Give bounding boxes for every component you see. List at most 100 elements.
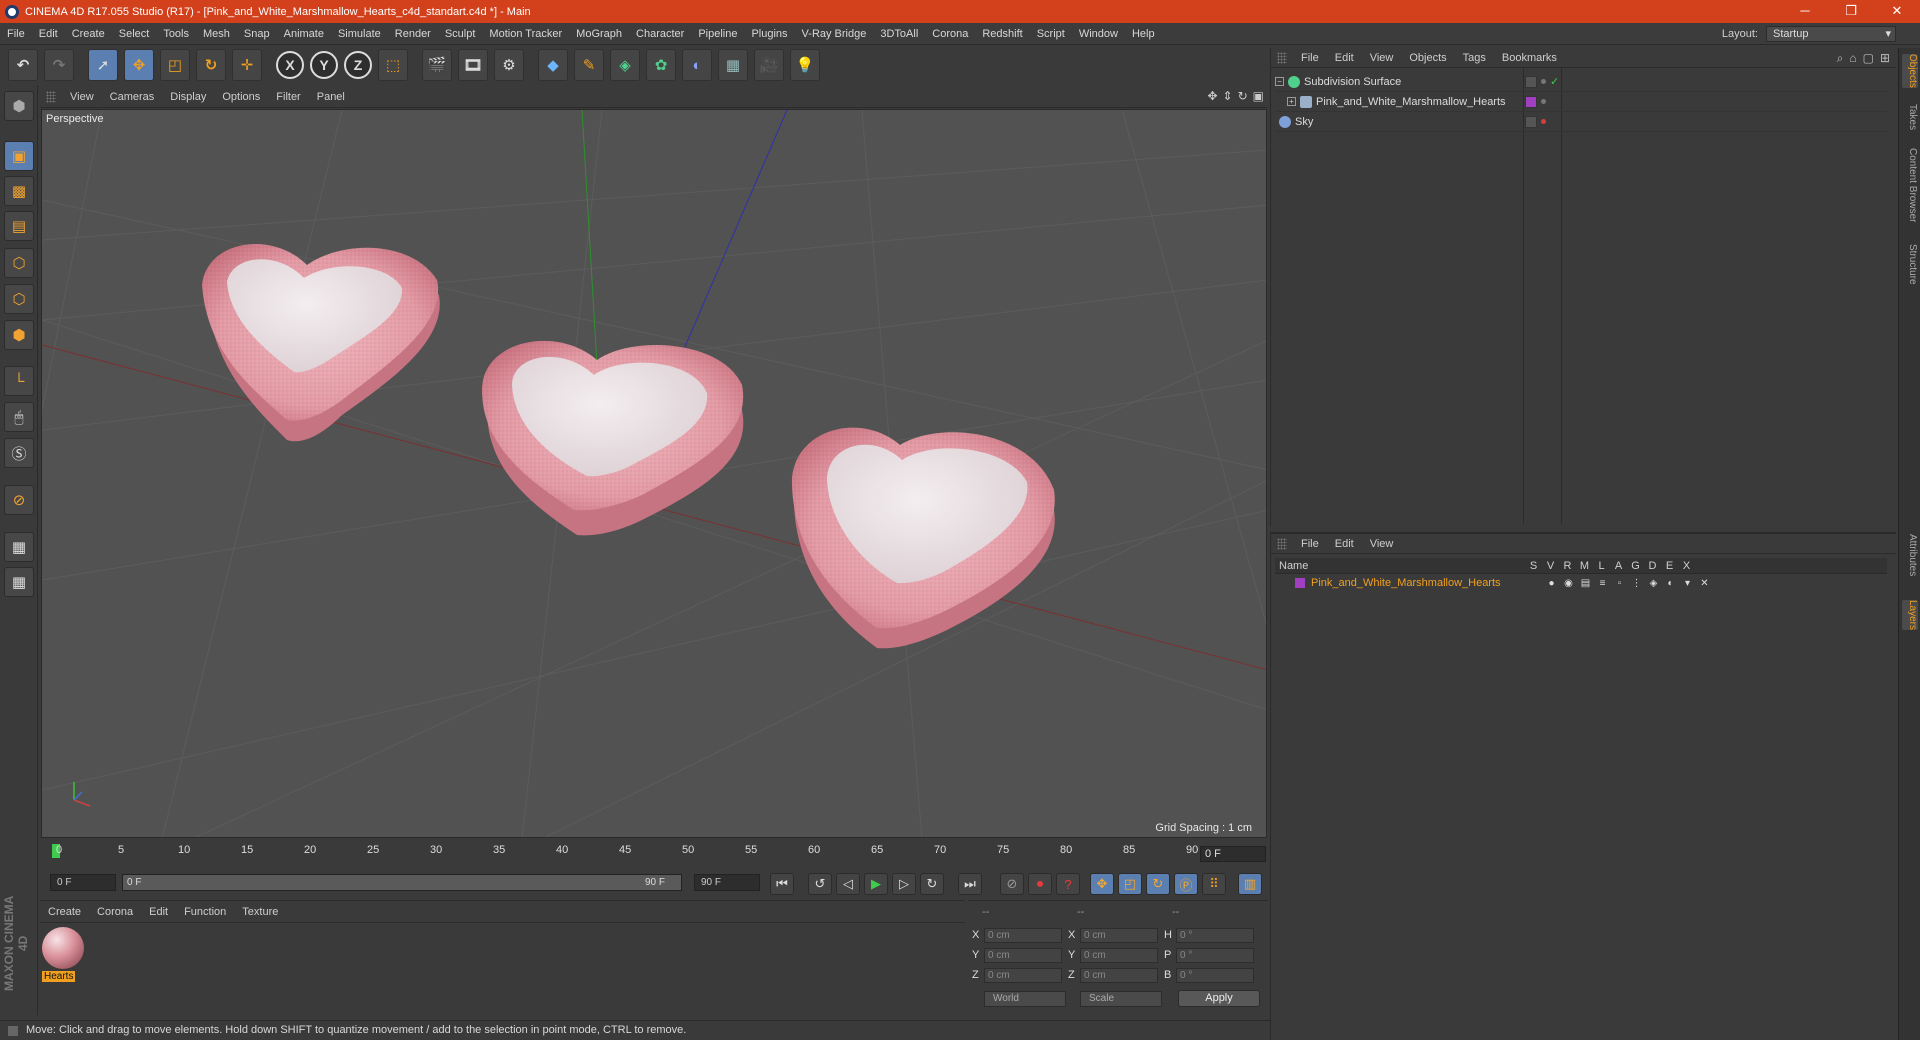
cube-primitive-icon[interactable]: ◆ (538, 49, 568, 81)
material-menu-corona[interactable]: Corona (89, 906, 141, 918)
layout-dropdown[interactable]: Startup (1766, 26, 1896, 42)
menu-window[interactable]: Window (1072, 28, 1125, 40)
deformer-icon[interactable]: ◐ (682, 49, 712, 81)
home-icon[interactable]: ⌂ (1849, 51, 1856, 66)
lock-toggle-icon[interactable]: ▫ (1611, 578, 1628, 589)
position-z-field[interactable]: 0 cm (984, 967, 1062, 983)
animation-toggle-icon[interactable]: ⋮ (1628, 578, 1645, 589)
material-menu-create[interactable]: Create (40, 906, 89, 918)
keyframe-selection-icon[interactable]: ? (1056, 873, 1080, 895)
workplane-mode-icon[interactable]: ▤ (4, 211, 34, 241)
next-key-icon[interactable]: ↻ (920, 873, 944, 895)
tab-objects[interactable]: Objects (1902, 54, 1918, 88)
layer-color-swatch[interactable] (1295, 578, 1305, 588)
objects-menu-file[interactable]: File (1293, 52, 1327, 64)
new-window-icon[interactable]: ▢ (1863, 51, 1874, 66)
rotation-h-field[interactable]: 0 ° (1176, 927, 1254, 943)
generators-toggle-icon[interactable]: ◈ (1645, 578, 1662, 589)
menu-redshift[interactable]: Redshift (975, 28, 1029, 40)
size-x-field[interactable]: 0 cm (1080, 927, 1158, 943)
previous-frame-icon[interactable]: ◁ (836, 873, 860, 895)
menu-help[interactable]: Help (1125, 28, 1162, 40)
timeline-ruler[interactable]: 0 5 10 15 20 25 30 35 40 45 50 55 60 65 … (40, 842, 1268, 868)
workplane-lock-icon[interactable]: ▦ (4, 532, 34, 562)
points-mode-icon[interactable]: ⬡ (4, 248, 34, 278)
texture-mode-icon[interactable]: ▩ (4, 176, 34, 206)
objects-menu-tags[interactable]: Tags (1455, 52, 1494, 64)
material-swatch-hearts[interactable]: Hearts (42, 927, 86, 985)
objects-menu-bookmarks[interactable]: Bookmarks (1494, 52, 1565, 64)
tab-content-browser[interactable]: Content Browser (1902, 148, 1918, 222)
render-view-icon[interactable]: 🎬 (422, 49, 452, 81)
menu-render[interactable]: Render (388, 28, 438, 40)
key-rotation-icon[interactable]: ↻ (1146, 873, 1170, 895)
layer-tag-icon[interactable] (1525, 75, 1537, 88)
solo-mode-icon[interactable]: Ⓢ (4, 438, 34, 468)
menu-3dtoall[interactable]: 3DToAll (873, 28, 925, 40)
next-frame-icon[interactable]: ▷ (892, 873, 916, 895)
material-menu-edit[interactable]: Edit (141, 906, 176, 918)
visibility-dot-icon[interactable] (1541, 99, 1546, 104)
viewport-menu-display[interactable]: Display (162, 91, 214, 103)
solo-toggle-icon[interactable]: ● (1543, 578, 1560, 589)
play-forward-icon[interactable]: ▶ (864, 873, 888, 895)
polygons-mode-icon[interactable]: ⬢ (4, 320, 34, 350)
menu-animate[interactable]: Animate (277, 28, 331, 40)
menu-select[interactable]: Select (112, 28, 157, 40)
go-to-start-icon[interactable]: ⏮ (770, 873, 794, 895)
menu-plugins[interactable]: Plugins (744, 28, 794, 40)
perspective-viewport[interactable]: Perspective Grid Spacing : 1 cm (41, 109, 1267, 838)
autokeying-icon[interactable]: ⏺ (1028, 873, 1052, 895)
y-axis-lock-button[interactable]: Y (310, 51, 338, 79)
rotation-p-field[interactable]: 0 ° (1176, 947, 1254, 963)
light-icon[interactable]: 💡 (790, 49, 820, 81)
deformers-toggle-icon[interactable]: ◐ (1662, 578, 1679, 589)
menu-snap[interactable]: Snap (237, 28, 277, 40)
rotate-tool-icon[interactable]: ↻ (196, 49, 226, 81)
rotation-b-field[interactable]: 0 ° (1176, 967, 1254, 983)
minimize-button[interactable]: ─ (1782, 0, 1828, 23)
objects-menu-view[interactable]: View (1362, 52, 1402, 64)
z-axis-lock-button[interactable]: Z (344, 51, 372, 79)
menu-mesh[interactable]: Mesh (196, 28, 237, 40)
marshmallow-heart-middle[interactable] (482, 340, 744, 536)
menu-edit[interactable]: Edit (32, 28, 65, 40)
menu-create[interactable]: Create (65, 28, 112, 40)
position-x-field[interactable]: 0 cm (984, 927, 1062, 943)
render-settings-icon[interactable]: ⚙ (494, 49, 524, 81)
render-picture-viewer-icon[interactable]: 🎞 (458, 49, 488, 81)
menu-tools[interactable]: Tools (156, 28, 196, 40)
size-mode-dropdown[interactable]: Scale (1080, 991, 1162, 1007)
undo-icon[interactable]: ↶ (8, 49, 38, 81)
menu-corona[interactable]: Corona (925, 28, 975, 40)
x-axis-lock-button[interactable]: X (276, 51, 304, 79)
timeline-window-icon[interactable]: ▥ (1238, 873, 1262, 895)
viewport-menu-panel[interactable]: Panel (309, 91, 353, 103)
material-menu-function[interactable]: Function (176, 906, 234, 918)
size-y-field[interactable]: 0 cm (1080, 947, 1158, 963)
tab-structure[interactable]: Structure (1902, 244, 1918, 285)
key-point-level-icon[interactable]: ⠿ (1202, 873, 1226, 895)
menu-character[interactable]: Character (629, 28, 691, 40)
object-row-sky[interactable]: Sky (1275, 112, 1887, 132)
move-tool-icon[interactable]: ✥ (124, 49, 154, 81)
size-z-field[interactable]: 0 cm (1080, 967, 1158, 983)
current-frame-field[interactable]: 0 F (1200, 846, 1266, 862)
enabled-check-icon[interactable]: ✓ (1550, 75, 1559, 88)
go-to-end-icon[interactable]: ⏭ (958, 873, 982, 895)
object-row-subdivision-surface[interactable]: − Subdivision Surface ✓ (1275, 72, 1887, 92)
snap-icon[interactable]: ⊘ (4, 485, 34, 515)
model-mode-icon[interactable]: ▣ (4, 141, 34, 171)
marshmallow-heart-right[interactable] (791, 427, 1055, 649)
coordinate-mode-dropdown[interactable]: World (984, 991, 1066, 1007)
menu-simulate[interactable]: Simulate (331, 28, 388, 40)
key-scale-icon[interactable]: ◰ (1118, 873, 1142, 895)
material-menu-texture[interactable]: Texture (234, 906, 286, 918)
visibility-dot-icon[interactable] (1541, 119, 1546, 124)
record-active-objects-icon[interactable]: ⊘ (1000, 873, 1024, 895)
start-frame-field[interactable]: 0 F (50, 874, 116, 891)
visibility-dot-icon[interactable] (1541, 79, 1546, 84)
menu-mograph[interactable]: MoGraph (569, 28, 629, 40)
camera-icon[interactable]: 🎥 (754, 49, 784, 81)
cloner-icon[interactable]: ✿ (646, 49, 676, 81)
